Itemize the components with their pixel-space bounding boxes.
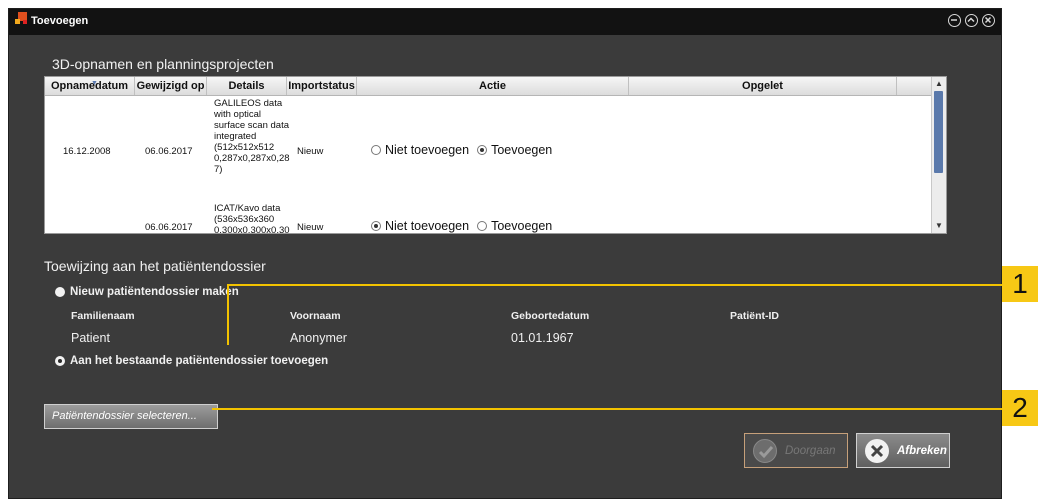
scroll-up-icon[interactable]: ▲: [933, 78, 945, 90]
callout-2-line: [212, 408, 1002, 410]
checkmark-icon: [753, 438, 777, 463]
column-header-action[interactable]: Actie: [357, 77, 629, 95]
radio-new-patient-record[interactable]: Nieuw patiëntendossier maken: [55, 286, 239, 298]
select-patient-record-button[interactable]: Patiëntendossier selecteren...: [44, 404, 218, 429]
import-status: Nieuw: [297, 146, 324, 157]
birth-date-label: Geboortedatum: [511, 310, 590, 322]
table-header: ▼ Opnamedatum Gewijzigd op Details Impor…: [45, 77, 933, 96]
continue-button[interactable]: Doorgaan: [744, 433, 848, 468]
continue-button-label: Doorgaan: [785, 444, 836, 457]
column-header-filler: [897, 77, 933, 95]
modified-date: 06.06.2017: [145, 222, 193, 233]
action-radio-group: Niet toevoegen Toevoegen: [371, 143, 552, 157]
recordings-section-title: 3D-opnamen en planningsprojecten: [52, 56, 274, 72]
radio-add[interactable]: [477, 221, 488, 231]
scroll-down-icon[interactable]: ▼: [933, 220, 945, 232]
recording-details: ICAT/Kavo data (536x536x360 0,300x0,300x…: [214, 203, 290, 234]
cancel-button-label: Afbreken: [897, 444, 947, 457]
import-status: Nieuw: [297, 222, 324, 233]
callout-1-line: [227, 284, 1002, 286]
table-scrollbar[interactable]: ▲ ▼: [931, 77, 946, 233]
table-row[interactable]: 06.06.2017 ICAT/Kavo data (536x536x360 0…: [45, 189, 933, 233]
scroll-thumb[interactable]: [934, 91, 943, 173]
cancel-x-icon: [865, 438, 889, 463]
table-row[interactable]: 16.12.2008 06.06.2017 GALILEOS data with…: [45, 96, 933, 189]
recording-date: 16.12.2008: [63, 146, 111, 157]
callout-2-badge: 2: [1002, 390, 1038, 426]
callout-1-badge: 1: [1002, 266, 1038, 302]
modified-date: 06.06.2017: [145, 146, 193, 157]
birth-date-value: 01.01.1967: [511, 331, 574, 345]
callout-1-stem: [227, 285, 229, 345]
maximize-icon[interactable]: [965, 14, 978, 27]
radio-existing-label[interactable]: Aan het bestaande patiëntendossier toevo…: [70, 355, 328, 367]
close-icon[interactable]: [982, 14, 995, 27]
column-header-warning[interactable]: Opgelet: [629, 77, 897, 95]
column-header-status[interactable]: Importstatus: [287, 77, 357, 95]
app-logo-icon: [15, 12, 29, 26]
radio-new-indicator[interactable]: [55, 287, 65, 297]
radio-add-label[interactable]: Toevoegen: [491, 143, 552, 157]
sort-indicator-icon: ▼: [91, 80, 98, 87]
title-bar: Toevoegen: [9, 9, 1001, 35]
radio-existing-indicator[interactable]: [55, 356, 65, 366]
cancel-button[interactable]: Afbreken: [856, 433, 950, 468]
recording-details: GALILEOS data with optical surface scan …: [214, 98, 290, 175]
column-header-date[interactable]: ▼ Opnamedatum: [45, 77, 135, 95]
column-header-modified[interactable]: Gewijzigd op: [135, 77, 207, 95]
minimize-icon[interactable]: [948, 14, 961, 27]
radio-add-label[interactable]: Toevoegen: [491, 219, 552, 233]
radio-not-add-label[interactable]: Niet toevoegen: [385, 143, 469, 157]
radio-not-add-label[interactable]: Niet toevoegen: [385, 219, 469, 233]
radio-existing-patient-record[interactable]: Aan het bestaande patiëntendossier toevo…: [55, 355, 328, 367]
radio-not-add[interactable]: [371, 221, 381, 231]
assignment-section-title: Toewijzing aan het patiëntendossier: [44, 258, 266, 274]
recordings-table: ▼ Opnamedatum Gewijzigd op Details Impor…: [44, 76, 947, 234]
radio-not-add[interactable]: [371, 145, 381, 155]
radio-new-label[interactable]: Nieuw patiëntendossier maken: [70, 286, 239, 298]
radio-add[interactable]: [477, 145, 488, 155]
first-name-label: Voornaam: [290, 310, 341, 322]
first-name-value: Anonymer: [290, 331, 347, 345]
family-name-value: Patient: [71, 331, 110, 345]
patient-id-label: Patiënt-ID: [730, 310, 780, 322]
family-name-label: Familienaam: [71, 310, 135, 322]
action-radio-group: Niet toevoegen Toevoegen: [371, 219, 552, 233]
window-title: Toevoegen: [31, 15, 89, 27]
column-header-details[interactable]: Details: [207, 77, 287, 95]
